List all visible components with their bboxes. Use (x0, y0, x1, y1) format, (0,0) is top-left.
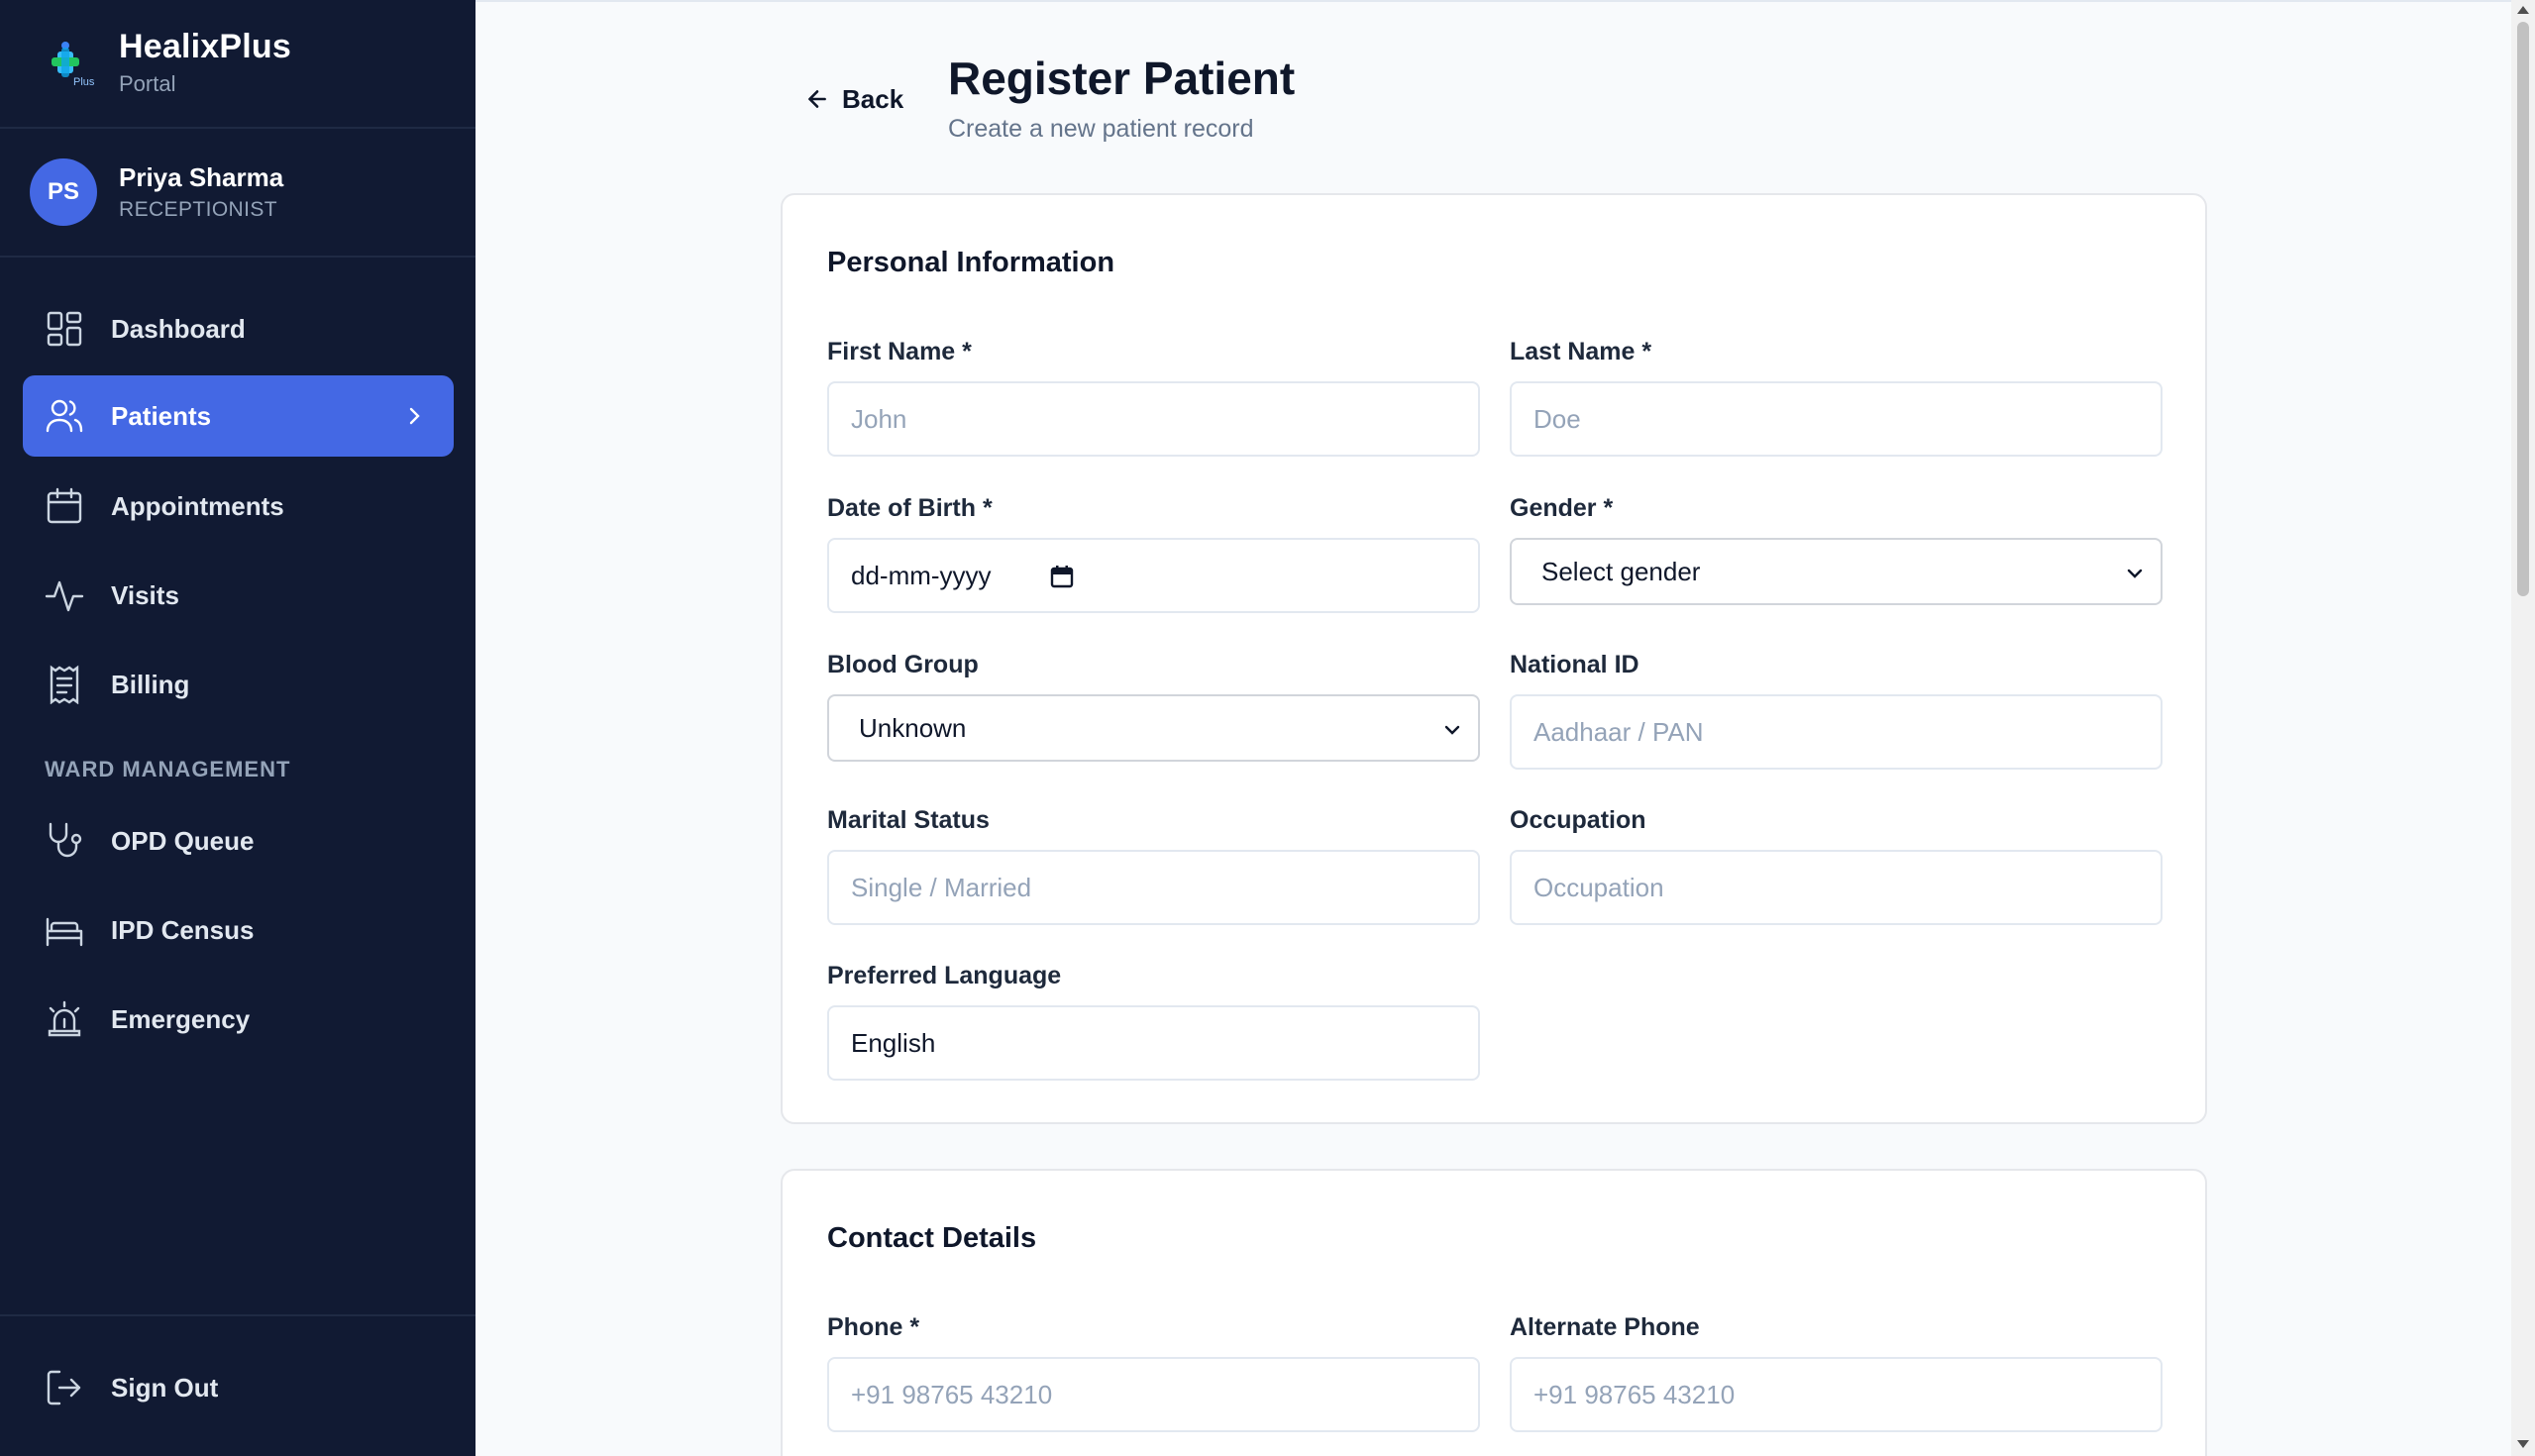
sidebar-item-label: Emergency (111, 1004, 251, 1034)
preferred-language-input[interactable]: English (827, 1005, 1480, 1081)
national-id-label: National ID (1510, 651, 1639, 678)
brand-name: HealixPlus (119, 28, 291, 65)
user-name: Priya Sharma (119, 162, 284, 192)
preferred-language-label: Preferred Language (827, 962, 1062, 989)
section-title-ward-management: WARD MANAGEMENT (45, 757, 291, 781)
phone-label: Phone * (827, 1313, 920, 1341)
chevron-down-icon (1444, 725, 1460, 735)
sidebar-item-patients[interactable]: Patients (23, 375, 454, 457)
svg-text:Plus: Plus (73, 76, 95, 88)
sidebar-item-label: Appointments (111, 491, 284, 521)
sidebar: Plus HealixPlus Portal PS Priya Sharma R… (0, 0, 475, 1456)
sidebar-item-appointments[interactable]: Appointments (23, 466, 454, 547)
card-title: Contact Details (827, 1222, 1037, 1254)
blood-group-selected-value: Unknown (859, 712, 967, 743)
contact-details-card: Contact Details Phone * +91 98765 43210 … (781, 1169, 2207, 1456)
personal-information-card: Personal Information First Name * John L… (781, 193, 2207, 1124)
users-icon (46, 399, 83, 433)
back-button[interactable]: Back (804, 81, 903, 117)
stethoscope-icon (49, 822, 82, 858)
sidebar-item-label: Patients (111, 401, 212, 431)
sidebar-item-visits[interactable]: Visits (23, 555, 454, 636)
gender-selected-value: Select gender (1541, 556, 1701, 586)
marital-status-label: Marital Status (827, 806, 990, 834)
blood-group-label: Blood Group (827, 651, 979, 678)
calendar-picker-icon[interactable] (1049, 564, 1075, 589)
sidebar-item-label: IPD Census (111, 915, 255, 945)
gender-select[interactable]: Select gender (1510, 538, 2163, 605)
sidebar-item-dashboard[interactable]: Dashboard (23, 288, 454, 369)
phone-input[interactable]: +91 98765 43210 (827, 1357, 1480, 1432)
sign-out-label: Sign Out (111, 1373, 219, 1403)
scroll-down-arrow-icon[interactable] (2517, 1440, 2529, 1448)
brand-subtitle: Portal (119, 71, 176, 96)
sidebar-item-opd-queue[interactable]: OPD Queue (23, 800, 454, 882)
sidebar-footer: Sign Out (0, 1314, 475, 1456)
occupation-input[interactable]: Occupation (1510, 850, 2163, 925)
page-subtitle: Create a new patient record (948, 115, 1254, 143)
alternate-phone-label: Alternate Phone (1510, 1313, 1700, 1341)
calendar-icon (47, 487, 82, 524)
logout-icon (47, 1370, 81, 1405)
sidebar-item-label: Visits (111, 580, 179, 610)
blood-group-select[interactable]: Unknown (827, 694, 1480, 762)
healixplus-logo-icon: Plus (52, 42, 95, 88)
brand-header: Plus HealixPlus Portal (0, 0, 475, 129)
dashboard-icon (47, 311, 82, 347)
avatar: PS (30, 158, 97, 226)
marital-status-input[interactable]: Single / Married (827, 850, 1480, 925)
first-name-input[interactable]: John (827, 381, 1480, 457)
first-name-label: First Name * (827, 338, 972, 365)
sidebar-item-ipd-census[interactable]: IPD Census (23, 889, 454, 971)
user-profile: PS Priya Sharma RECEPTIONIST (0, 129, 475, 258)
sidebar-item-label: Billing (111, 670, 190, 699)
user-role: RECEPTIONIST (119, 198, 277, 221)
arrow-left-icon (808, 90, 826, 108)
page-title: Register Patient (948, 52, 1296, 104)
bed-icon (46, 917, 83, 947)
chevron-right-icon (409, 407, 420, 425)
chevron-down-icon (2127, 569, 2143, 578)
date-format-text: dd-mm-yyyy (851, 560, 992, 590)
scroll-up-arrow-icon[interactable] (2517, 6, 2529, 14)
siren-icon (48, 1000, 81, 1037)
date-of-birth-label: Date of Birth * (827, 494, 993, 522)
scroll-thumb[interactable] (2517, 22, 2529, 596)
last-name-label: Last Name * (1510, 338, 1652, 365)
page-scrollbar[interactable] (2511, 0, 2535, 1456)
main-content: Back Register Patient Create a new patie… (475, 0, 2511, 1456)
receipt-icon (50, 665, 79, 704)
sidebar-item-emergency[interactable]: Emergency (23, 979, 454, 1060)
back-label: Back (842, 83, 904, 114)
sign-out-button[interactable]: Sign Out (23, 1347, 454, 1428)
alternate-phone-input[interactable]: +91 98765 43210 (1510, 1357, 2163, 1432)
card-title: Personal Information (827, 247, 1115, 278)
national-id-input[interactable]: Aadhaar / PAN (1510, 694, 2163, 770)
last-name-input[interactable]: Doe (1510, 381, 2163, 457)
gender-label: Gender * (1510, 494, 1614, 522)
date-of-birth-input[interactable]: dd-mm-yyyy (827, 538, 1480, 613)
sidebar-item-billing[interactable]: Billing (23, 644, 454, 725)
sidebar-item-label: Dashboard (111, 314, 246, 344)
sidebar-item-label: OPD Queue (111, 826, 255, 856)
occupation-label: Occupation (1510, 806, 1646, 834)
activity-icon (45, 580, 84, 612)
